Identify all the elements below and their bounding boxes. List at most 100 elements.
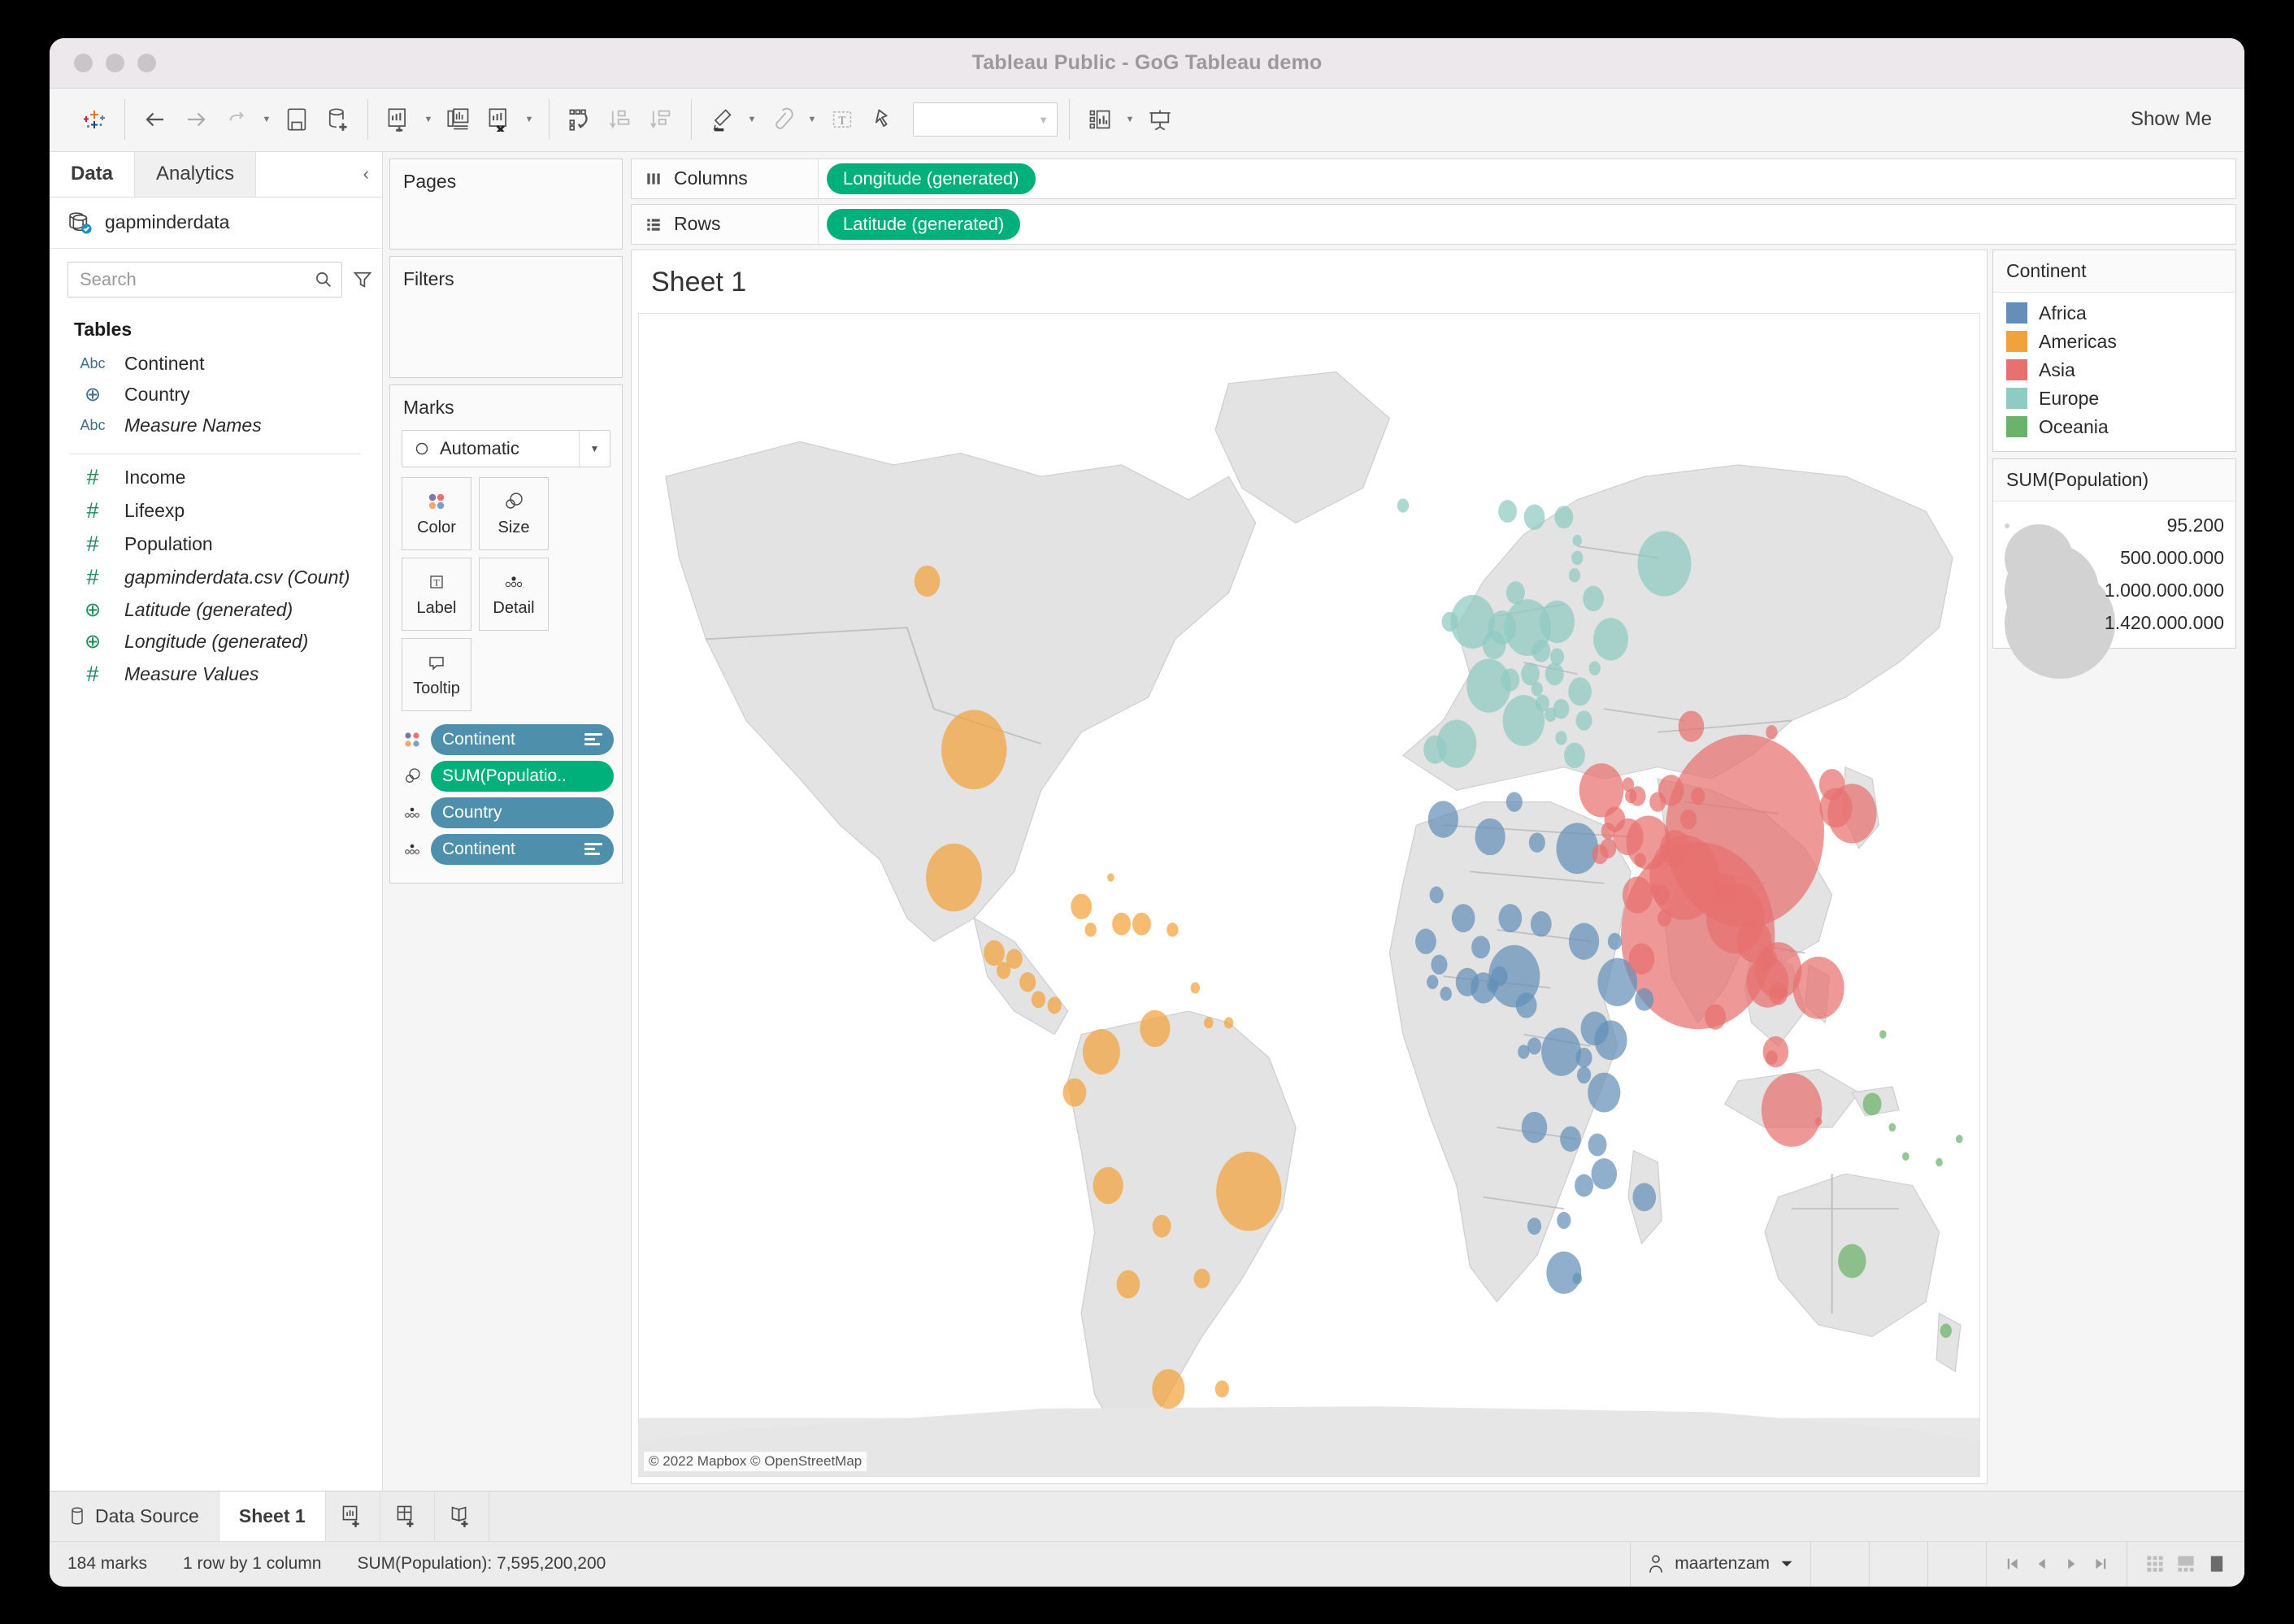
map-bubble[interactable] [1505,580,1525,604]
map-bubble[interactable] [1554,505,1574,528]
small-view-icon[interactable] [2176,1554,2196,1574]
map-bubble[interactable] [1531,681,1543,697]
map-bubble[interactable] [1214,1379,1229,1397]
map-bubble[interactable] [1572,1272,1583,1284]
map-bubble[interactable] [1071,893,1093,919]
search-icon[interactable] [314,270,333,289]
field-latitude[interactable]: ⊕ Latitude (generated) [50,594,382,626]
first-page-icon[interactable] [2005,1556,2021,1572]
map-bubble[interactable] [1540,600,1575,643]
search-input[interactable] [80,268,314,290]
field-measure-names[interactable]: Abc Measure Names [50,410,382,441]
last-page-icon[interactable] [2092,1556,2109,1572]
map-bubble[interactable] [914,565,941,597]
rows-shelf[interactable]: Rows Latitude (generated) [631,203,2236,245]
chevron-down-icon[interactable] [1779,1557,1794,1571]
map-bubble[interactable] [1734,890,1742,899]
map-bubble[interactable] [1515,992,1537,1018]
map-bubble[interactable] [1216,1151,1282,1231]
map-bubble[interactable] [1955,1134,1963,1144]
mark-label-button[interactable]: T Label [402,557,471,631]
mark-pill-country-detail[interactable]: Country [431,797,614,828]
map-bubble[interactable] [1625,788,1637,803]
tableau-logo-icon[interactable] [76,99,113,140]
clear-sheet-icon[interactable] [480,99,518,140]
close-button[interactable] [74,53,93,72]
map-bubble[interactable] [1505,791,1523,812]
search-box[interactable] [67,261,342,297]
map-bubble[interactable] [1628,942,1655,975]
map-bubble[interactable] [1521,662,1540,685]
map-bubble[interactable] [1650,883,1660,895]
map-bubble[interactable] [1766,1049,1778,1065]
filter-icon[interactable] [352,263,373,296]
map-bubble[interactable] [1622,875,1653,914]
map-bubble[interactable] [1498,903,1523,932]
grid-view-icon[interactable] [2145,1554,2165,1574]
map-bubble[interactable] [1632,1182,1657,1211]
map-bubble[interactable] [1084,922,1097,937]
map-bubble[interactable] [1093,1166,1123,1204]
map-bubble[interactable] [1427,975,1439,989]
map-bubble[interactable] [996,961,1011,979]
map-bubble[interactable] [1879,1029,1887,1039]
map-bubble[interactable] [1532,639,1551,662]
map-bubble[interactable] [1556,822,1599,874]
field-longitude[interactable]: ⊕ Longitude (generated) [50,626,382,658]
map-bubble[interactable] [1427,800,1459,838]
redo-icon[interactable] [218,99,255,140]
tab-analytics[interactable]: Analytics [134,151,257,197]
map-bubble[interactable] [1560,1126,1581,1152]
presentation-mode-icon[interactable] [1141,99,1179,140]
map-bubble[interactable] [941,709,1007,789]
next-page-icon[interactable] [2063,1556,2079,1572]
sort-descending-icon[interactable] [642,99,680,140]
map-bubble[interactable] [1116,1270,1140,1298]
map-bubble[interactable] [1557,1211,1571,1229]
map-bubble[interactable] [1475,818,1505,855]
map-bubble[interactable] [1152,1368,1185,1409]
map-bubble[interactable] [1575,710,1592,731]
map-bubble[interactable] [1564,742,1585,768]
map-bubble[interactable] [1397,497,1410,513]
map-bubble[interactable] [1637,530,1692,597]
group-icon[interactable] [763,99,801,140]
map-bubble[interactable] [1487,978,1499,992]
map-bubble[interactable] [1451,903,1475,932]
legend-item-asia[interactable]: Asia [1993,356,2235,384]
new-dashboard-icon[interactable] [380,1491,435,1541]
map-bubble[interactable] [1769,982,1788,1005]
map-bubble[interactable] [1429,886,1444,903]
columns-drop-zone[interactable]: Longitude (generated) [819,159,2235,198]
mark-detail-button[interactable]: Detail [479,557,549,631]
map-bubble[interactable] [1112,912,1132,936]
map-bubble[interactable] [1019,971,1036,992]
map-bubble[interactable] [1471,935,1491,958]
single-view-icon[interactable] [2207,1554,2227,1574]
map-bubble[interactable] [1761,1072,1823,1147]
map-bubble[interactable] [1902,1152,1909,1161]
legend-item-oceania[interactable]: Oceania [1993,413,2235,441]
swap-icon[interactable] [561,99,598,140]
map-bubble[interactable] [1167,922,1179,937]
map-bubble[interactable] [1576,1066,1592,1083]
status-view-modes[interactable] [2127,1541,2244,1587]
map-bubble[interactable] [1455,967,1479,997]
map-bubble[interactable] [1588,660,1601,675]
maximize-button[interactable] [137,53,156,72]
map-bubble[interactable] [1588,1072,1621,1113]
columns-pill-longitude[interactable]: Longitude (generated) [827,163,1036,194]
map-bubble[interactable] [1482,630,1506,659]
map-bubble[interactable] [984,940,1005,966]
back-icon[interactable] [137,99,174,140]
mark-type-selector[interactable]: Automatic ▼ [402,429,610,467]
mark-pill-continent-color[interactable]: Continent [431,723,614,755]
map-bubble[interactable] [1588,1132,1607,1156]
map-bubble[interactable] [1415,928,1436,954]
fit-dropdown[interactable]: ▼ [913,102,1058,137]
map-bubble[interactable] [1814,1117,1823,1126]
map-bubble[interactable] [1936,1157,1943,1166]
redo-dropdown-icon[interactable]: ▼ [259,99,275,140]
columns-shelf[interactable]: Columns Longitude (generated) [631,158,2236,199]
map-bubble[interactable] [1649,791,1666,812]
